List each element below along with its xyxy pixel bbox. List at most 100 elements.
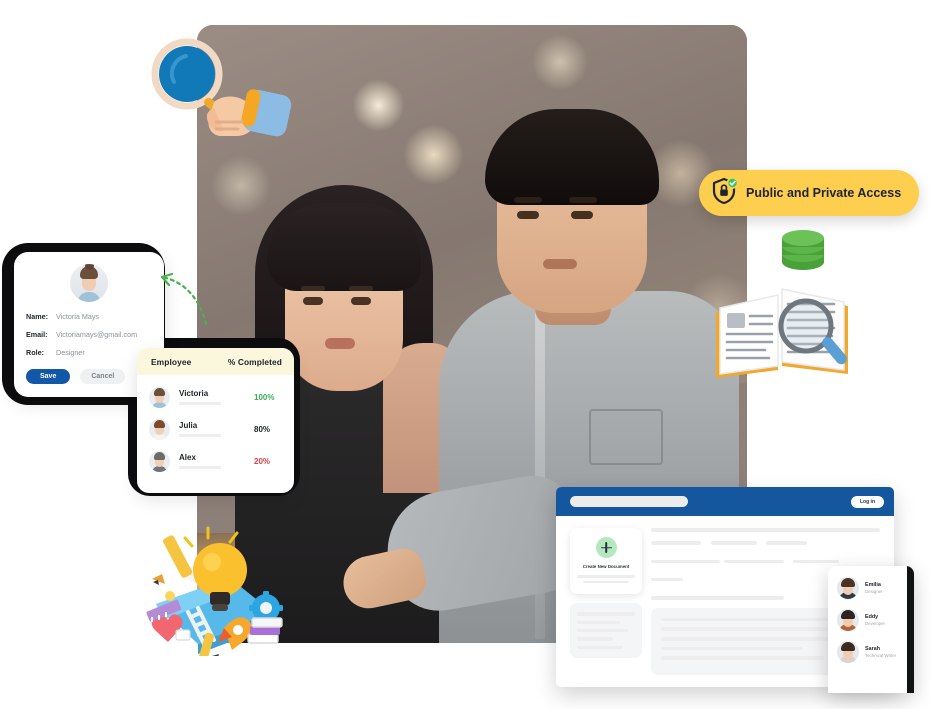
person-name: Eddy [865,613,879,620]
employee-completion-table: Employee % Completed Victoria 100% Julia… [137,348,294,493]
avatar-hair [841,642,855,651]
employee-name-cell: Julia [179,420,254,438]
profile-name-value: Victoria Mays [56,312,100,321]
placeholder-line [710,541,757,545]
employee-name: Victoria [179,388,209,398]
man-brow-left [514,197,542,203]
placeholder-line [661,627,841,631]
employee-name-cell: Alex [179,452,254,470]
hand-holding-magnifier-icon [150,36,300,151]
avatar [837,641,859,663]
avatar [149,387,170,408]
table-body: Victoria 100% Julia 80% Alex 20% [137,375,294,481]
placeholder-line [724,559,784,564]
create-new-document-card[interactable]: Create New Document [570,528,642,595]
placeholder-line [577,612,635,616]
person-name: Emilia [865,581,881,588]
man-hair [485,109,659,205]
placeholder-line [651,528,880,532]
employee-name: Julia [179,420,198,430]
profile-field-role: Role: Designer [26,348,152,357]
green-dotted-arrow-icon [150,270,210,333]
progress-placeholder-bar [179,466,221,470]
document-card-placeholder[interactable] [570,603,642,659]
man-shirt-pocket [589,409,663,465]
profile-role-value: Designer [56,348,85,357]
placeholder-line [577,620,620,624]
man-eye-right [571,211,593,219]
list-item[interactable]: Emilia Designer [835,572,907,604]
employee-name-cell: Victoria [179,388,254,406]
woman-brow-right [349,286,373,291]
woman-brow-left [301,286,325,291]
open-book-with-magnifier-icon [708,278,858,388]
table-row[interactable]: Alex 20% [149,445,284,477]
employee-name: Alex [179,452,196,462]
employee-percent: 100% [254,393,275,402]
list-item[interactable]: Eddy Developer [835,604,907,636]
save-button[interactable]: Save [26,369,71,384]
person-role: Designer [865,589,883,595]
hero-composition: Name: Victoria Mays Email: Victoriamays@… [0,0,930,709]
person-name: Sarah [865,645,880,652]
status-badge: Public and Private Access [699,170,920,216]
employee-percent: 20% [254,457,271,466]
placeholder-line [661,646,804,651]
person-role: Developer [865,621,886,627]
man-lips [543,259,577,269]
cancel-button[interactable]: Cancel [80,369,126,384]
column-header-employee: Employee [151,357,192,367]
woman-bangs [267,203,421,291]
profile-field-name: Name: Victoria Mays [26,312,152,321]
avatar [149,419,170,440]
profile-field-email: Email: Victoriamays@gmail.com [26,330,152,339]
woman-eye-left [303,297,323,305]
avatar [837,577,859,599]
avatar [70,264,108,302]
profile-email-value: Victoriamays@gmail.com [56,330,138,339]
placeholder-line [651,596,784,600]
avatar-hair [841,610,855,619]
employee-percent: 80% [254,425,271,434]
person-text: Sarah Technical Writer [865,646,896,659]
person-role: Technical Writer [865,653,897,659]
profile-role-label: Role: [26,348,44,357]
table-header-row: Employee % Completed [137,348,294,375]
profile-card-actions: Save Cancel [26,369,152,384]
creative-ideas-lightbulb-cluster-icon [146,516,294,661]
man-brow-right [569,197,597,203]
placeholder-line [583,580,629,584]
avatar [837,609,859,631]
doc-app-left-column: Create New Document [570,528,642,675]
table-row[interactable]: Victoria 100% [149,381,284,413]
placeholder-line [651,541,702,545]
login-button[interactable]: Log in [851,495,884,508]
people-list-panel: Emilia Designer Eddy Developer Sarah Tec… [828,566,914,693]
avatar-hair [154,452,165,460]
progress-placeholder-bar [179,402,221,406]
column-header-percent-completed: % Completed [227,357,282,367]
woman-eye-right [351,297,371,305]
panel-dark-edge [907,566,914,693]
placeholder-line [577,637,613,641]
placeholder-line [577,575,635,578]
avatar-hair [841,578,855,587]
avatar-hair [154,388,165,396]
plus-icon [595,537,617,558]
placeholder-line [577,628,629,633]
profile-email-label: Email: [26,330,48,339]
list-item[interactable]: Sarah Technical Writer [835,636,907,668]
search-input[interactable] [570,496,688,507]
man-eye-left [517,211,539,219]
avatar-hair [154,420,165,428]
placeholder-line [651,559,720,564]
placeholder-line [766,541,808,545]
shield-lock-icon [712,176,739,210]
placeholder-line [651,577,684,582]
profile-name-label: Name: [26,312,48,321]
progress-placeholder-bar [179,434,221,438]
person-text: Emilia Designer [865,582,883,595]
person-text: Eddy Developer [865,614,885,627]
placeholder-line [793,559,839,564]
table-row[interactable]: Julia 80% [149,413,284,445]
